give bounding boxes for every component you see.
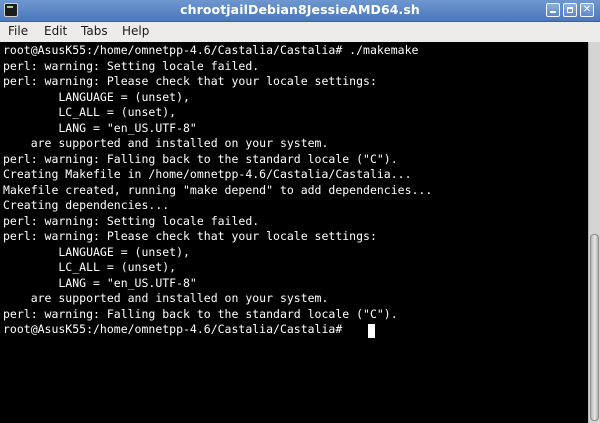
- close-icon: ✕: [582, 4, 592, 15]
- close-button[interactable]: ✕: [580, 3, 594, 17]
- title-bar[interactable]: chrootjailDebian8JessieAMD64.sh ✕: [0, 0, 600, 22]
- terminal-output[interactable]: root@AsusK55:/home/omnetpp-4.6/Castalia/…: [0, 42, 588, 423]
- terminal-line: LANGUAGE = (unset),: [3, 89, 190, 104]
- terminal-prompt[interactable]: root@AsusK55:/home/omnetpp-4.6/Castalia/…: [3, 322, 349, 338]
- scrollbar-thumb[interactable]: [590, 234, 599, 421]
- window-title: chrootjailDebian8JessieAMD64.sh: [180, 2, 420, 17]
- menu-edit[interactable]: Edit: [42, 24, 69, 38]
- terminal-line: perl: warning: Please check that your lo…: [3, 74, 377, 88]
- terminal-line: are supported and installed on your syst…: [3, 291, 329, 305]
- terminal-line: LANGUAGE = (unset),: [3, 244, 190, 259]
- terminal-window: chrootjailDebian8JessieAMD64.sh ✕ File E…: [0, 0, 600, 423]
- vertical-scrollbar[interactable]: [588, 42, 600, 423]
- terminal-line: perl: warning: Falling back to the stand…: [3, 306, 398, 321]
- terminal-line: are supported and installed on your syst…: [3, 136, 329, 150]
- menu-bar: File Edit Tabs Help: [0, 22, 600, 41]
- terminal-line: Makefile created, running "make depend" …: [3, 182, 433, 197]
- menu-help[interactable]: Help: [120, 24, 151, 38]
- terminal-line: perl: warning: Setting locale failed.: [3, 213, 260, 228]
- terminal-line: root@AsusK55:/home/omnetpp-4.6/Castalia/…: [3, 43, 419, 57]
- terminal-line: LC_ALL = (unset),: [3, 105, 177, 119]
- terminal-line: LANG = "en_US.UTF-8": [3, 120, 197, 135]
- menu-file[interactable]: File: [6, 24, 30, 38]
- maximize-button[interactable]: [563, 3, 577, 17]
- minimize-button[interactable]: [546, 3, 560, 17]
- terminal-line: LC_ALL = (unset),: [3, 260, 177, 274]
- terminal-line: perl: warning: Setting locale failed.: [3, 58, 260, 73]
- terminal-line: LANG = "en_US.UTF-8": [3, 275, 197, 290]
- terminal-line: Creating dependencies...: [3, 198, 170, 212]
- terminal-line: perl: warning: Please check that your lo…: [3, 229, 377, 243]
- terminal-line: Creating Makefile in /home/omnetpp-4.6/C…: [3, 167, 412, 181]
- menu-tabs[interactable]: Tabs: [79, 24, 110, 38]
- text-cursor: [368, 324, 375, 338]
- terminal-line: perl: warning: Falling back to the stand…: [3, 151, 398, 166]
